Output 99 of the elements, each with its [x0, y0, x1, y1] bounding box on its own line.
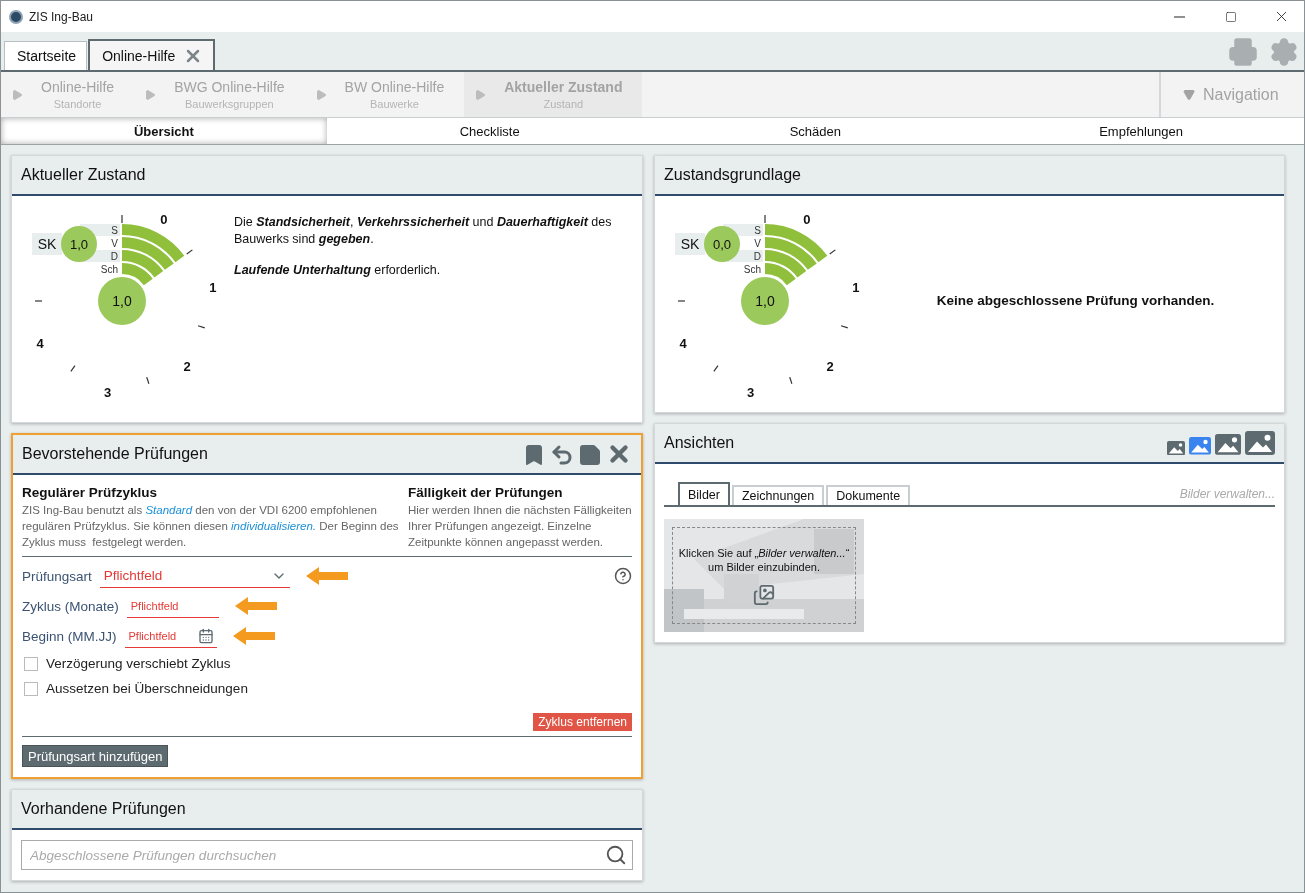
card-title: Aktueller Zustand	[21, 166, 147, 184]
tab[interactable]: Zeichnungen	[731, 485, 825, 505]
checkbox-label: Verzögerung verschiebt Zyklus	[46, 656, 231, 671]
grade-label: SK	[37, 236, 57, 252]
scale-tick	[713, 365, 719, 372]
grade-label-background	[32, 233, 62, 255]
card-title: Bevorstehende Prüfungen	[22, 445, 209, 463]
calendar-icon[interactable]	[197, 628, 214, 644]
condition-value: 1,0	[755, 293, 775, 309]
undo-icon[interactable]	[550, 443, 574, 467]
scale-label: 3	[104, 384, 112, 400]
field-label: Zyklus (Monate)	[22, 598, 119, 614]
play-icon	[474, 88, 487, 101]
play-icon	[144, 88, 157, 101]
card-title: Vorhandene Prüfungen	[21, 800, 187, 818]
view-tab[interactable]: Übersicht	[1, 118, 327, 144]
scale-tick	[789, 376, 793, 385]
condition-circle	[741, 277, 789, 325]
play-icon	[11, 88, 23, 101]
scale-tick	[146, 376, 150, 385]
rating-row-label: V	[111, 238, 118, 249]
section-heading: Regulärer Prüfzyklus	[22, 485, 159, 500]
scale-tick	[186, 249, 193, 255]
app-icon	[9, 9, 23, 24]
rating-row-label: D	[110, 251, 118, 262]
checkbox-label: Aussetzen bei Überschneidungen	[46, 681, 248, 696]
tab[interactable]: Online-Hilfe	[88, 39, 216, 70]
scale-label: 2	[183, 359, 191, 375]
scale-label: 4	[36, 335, 44, 351]
help-icon[interactable]	[614, 567, 632, 585]
scale-tick	[197, 325, 206, 329]
grade-label-background	[675, 233, 705, 255]
description-text: ZIS Ing-Bau benutzt als Standard den von der VDI 6200 empfohlenen regulären Prüfzyklus. Sie können diesen individualisieren. Der Beginn des Zyklus muss festgelegt werden.	[22, 503, 400, 550]
scale-label: 0	[160, 212, 168, 228]
rating-row-label: V	[754, 238, 761, 249]
text-link[interactable]: Standard	[145, 504, 193, 516]
pointer-arrow-icon	[234, 597, 277, 615]
scale-label: 4	[679, 335, 687, 351]
rating-row-label: S	[754, 225, 761, 236]
field-label: Prüfungsart	[22, 568, 92, 584]
scale-tick	[34, 300, 43, 302]
grade-circle	[61, 226, 97, 262]
play-icon	[314, 88, 327, 101]
grade-circle	[704, 226, 740, 262]
input-field[interactable]: Pflichtfeld	[126, 594, 219, 618]
add-button[interactable]: Prüfungsart hinzufügen	[22, 745, 169, 767]
checkbox[interactable]	[24, 681, 38, 696]
image-drop-area[interactable]: Klicken Sie auf „Bilder verwalten...“ um Bilder einzubinden.	[672, 527, 856, 624]
empty-message: Keine abgeschlossene Prüfung vorhanden.	[935, 292, 1216, 310]
scale-tick	[70, 365, 76, 372]
scale-label: 0	[803, 212, 811, 228]
scale-label: 2	[826, 359, 834, 375]
image-size-icon[interactable]	[1189, 437, 1211, 455]
scale-label: 3	[747, 384, 755, 400]
date-field[interactable]: Pflichtfeld	[124, 624, 217, 648]
tab[interactable]: Startseite	[4, 41, 88, 70]
scale-label: 1	[852, 279, 860, 295]
checkbox[interactable]	[24, 656, 38, 671]
scale-tick	[764, 214, 766, 224]
search-icon[interactable]	[605, 844, 627, 866]
image-size-icon[interactable]	[1167, 440, 1185, 455]
window-title: ZIS Ing-Bau	[29, 9, 95, 24]
scale-tick	[677, 300, 686, 302]
search-field[interactable]: Abgeschlossene Prüfungen durchsuchen	[21, 840, 633, 870]
maximize-icon	[1224, 10, 1237, 23]
grade-value: 0,0	[712, 237, 732, 252]
minimize-icon	[1174, 15, 1185, 18]
image-size-icon[interactable]	[1245, 431, 1275, 455]
condition-value: 1,0	[112, 293, 132, 309]
card-title: Ansichten	[664, 434, 736, 452]
rating-row-label: S	[111, 225, 118, 236]
tab[interactable]: Bilder	[678, 482, 730, 505]
images-icon	[753, 583, 775, 606]
text-link[interactable]: individualisieren.	[231, 520, 317, 532]
tab[interactable]: Dokumente	[826, 485, 911, 505]
field-label: Beginn (MM.JJ)	[22, 628, 117, 644]
scale-tick	[840, 325, 849, 329]
condition-text: Laufende Unterhaltung erforderlich.	[234, 262, 442, 279]
rating-row-label: Sch	[743, 264, 761, 275]
condition-text: Die Standsicherheit, Verkehrssicherheit und Dauerhaftigkeit des Bauwerks sind gegeben.	[234, 214, 613, 248]
dropdown-field[interactable]: Pflichtfeld	[99, 564, 290, 588]
section-heading: Fälligkeit der Prüfungen	[408, 485, 564, 500]
description-text: Hier werden Ihnen die nächsten Fälligkeiten Ihrer Prüfungen angezeigt. Einzelne Zeitpunkte können angepasst werden.	[408, 503, 632, 550]
image-size-icon[interactable]	[1215, 434, 1241, 455]
grade-label: SK	[680, 236, 700, 252]
card-title: Zustandsgrundlage	[664, 166, 802, 184]
remove-cycle-button[interactable]: Zyklus entfernen	[533, 713, 632, 731]
rating-row-label: D	[753, 251, 761, 262]
scale-tick	[121, 214, 123, 224]
grade-value: 1,0	[69, 237, 89, 252]
triangle-down-icon	[1183, 88, 1195, 101]
scale-label: 1	[209, 279, 217, 295]
pointer-arrow-icon	[232, 627, 275, 645]
condition-circle	[98, 277, 146, 325]
scale-tick	[829, 249, 836, 255]
save-icon[interactable]	[578, 443, 602, 467]
hint-text: Klicken Sie auf „Bilder verwalten...“ um Bilder einzubinden.	[677, 545, 851, 574]
pointer-arrow-icon	[305, 567, 348, 585]
rating-row-label: Sch	[100, 264, 118, 275]
